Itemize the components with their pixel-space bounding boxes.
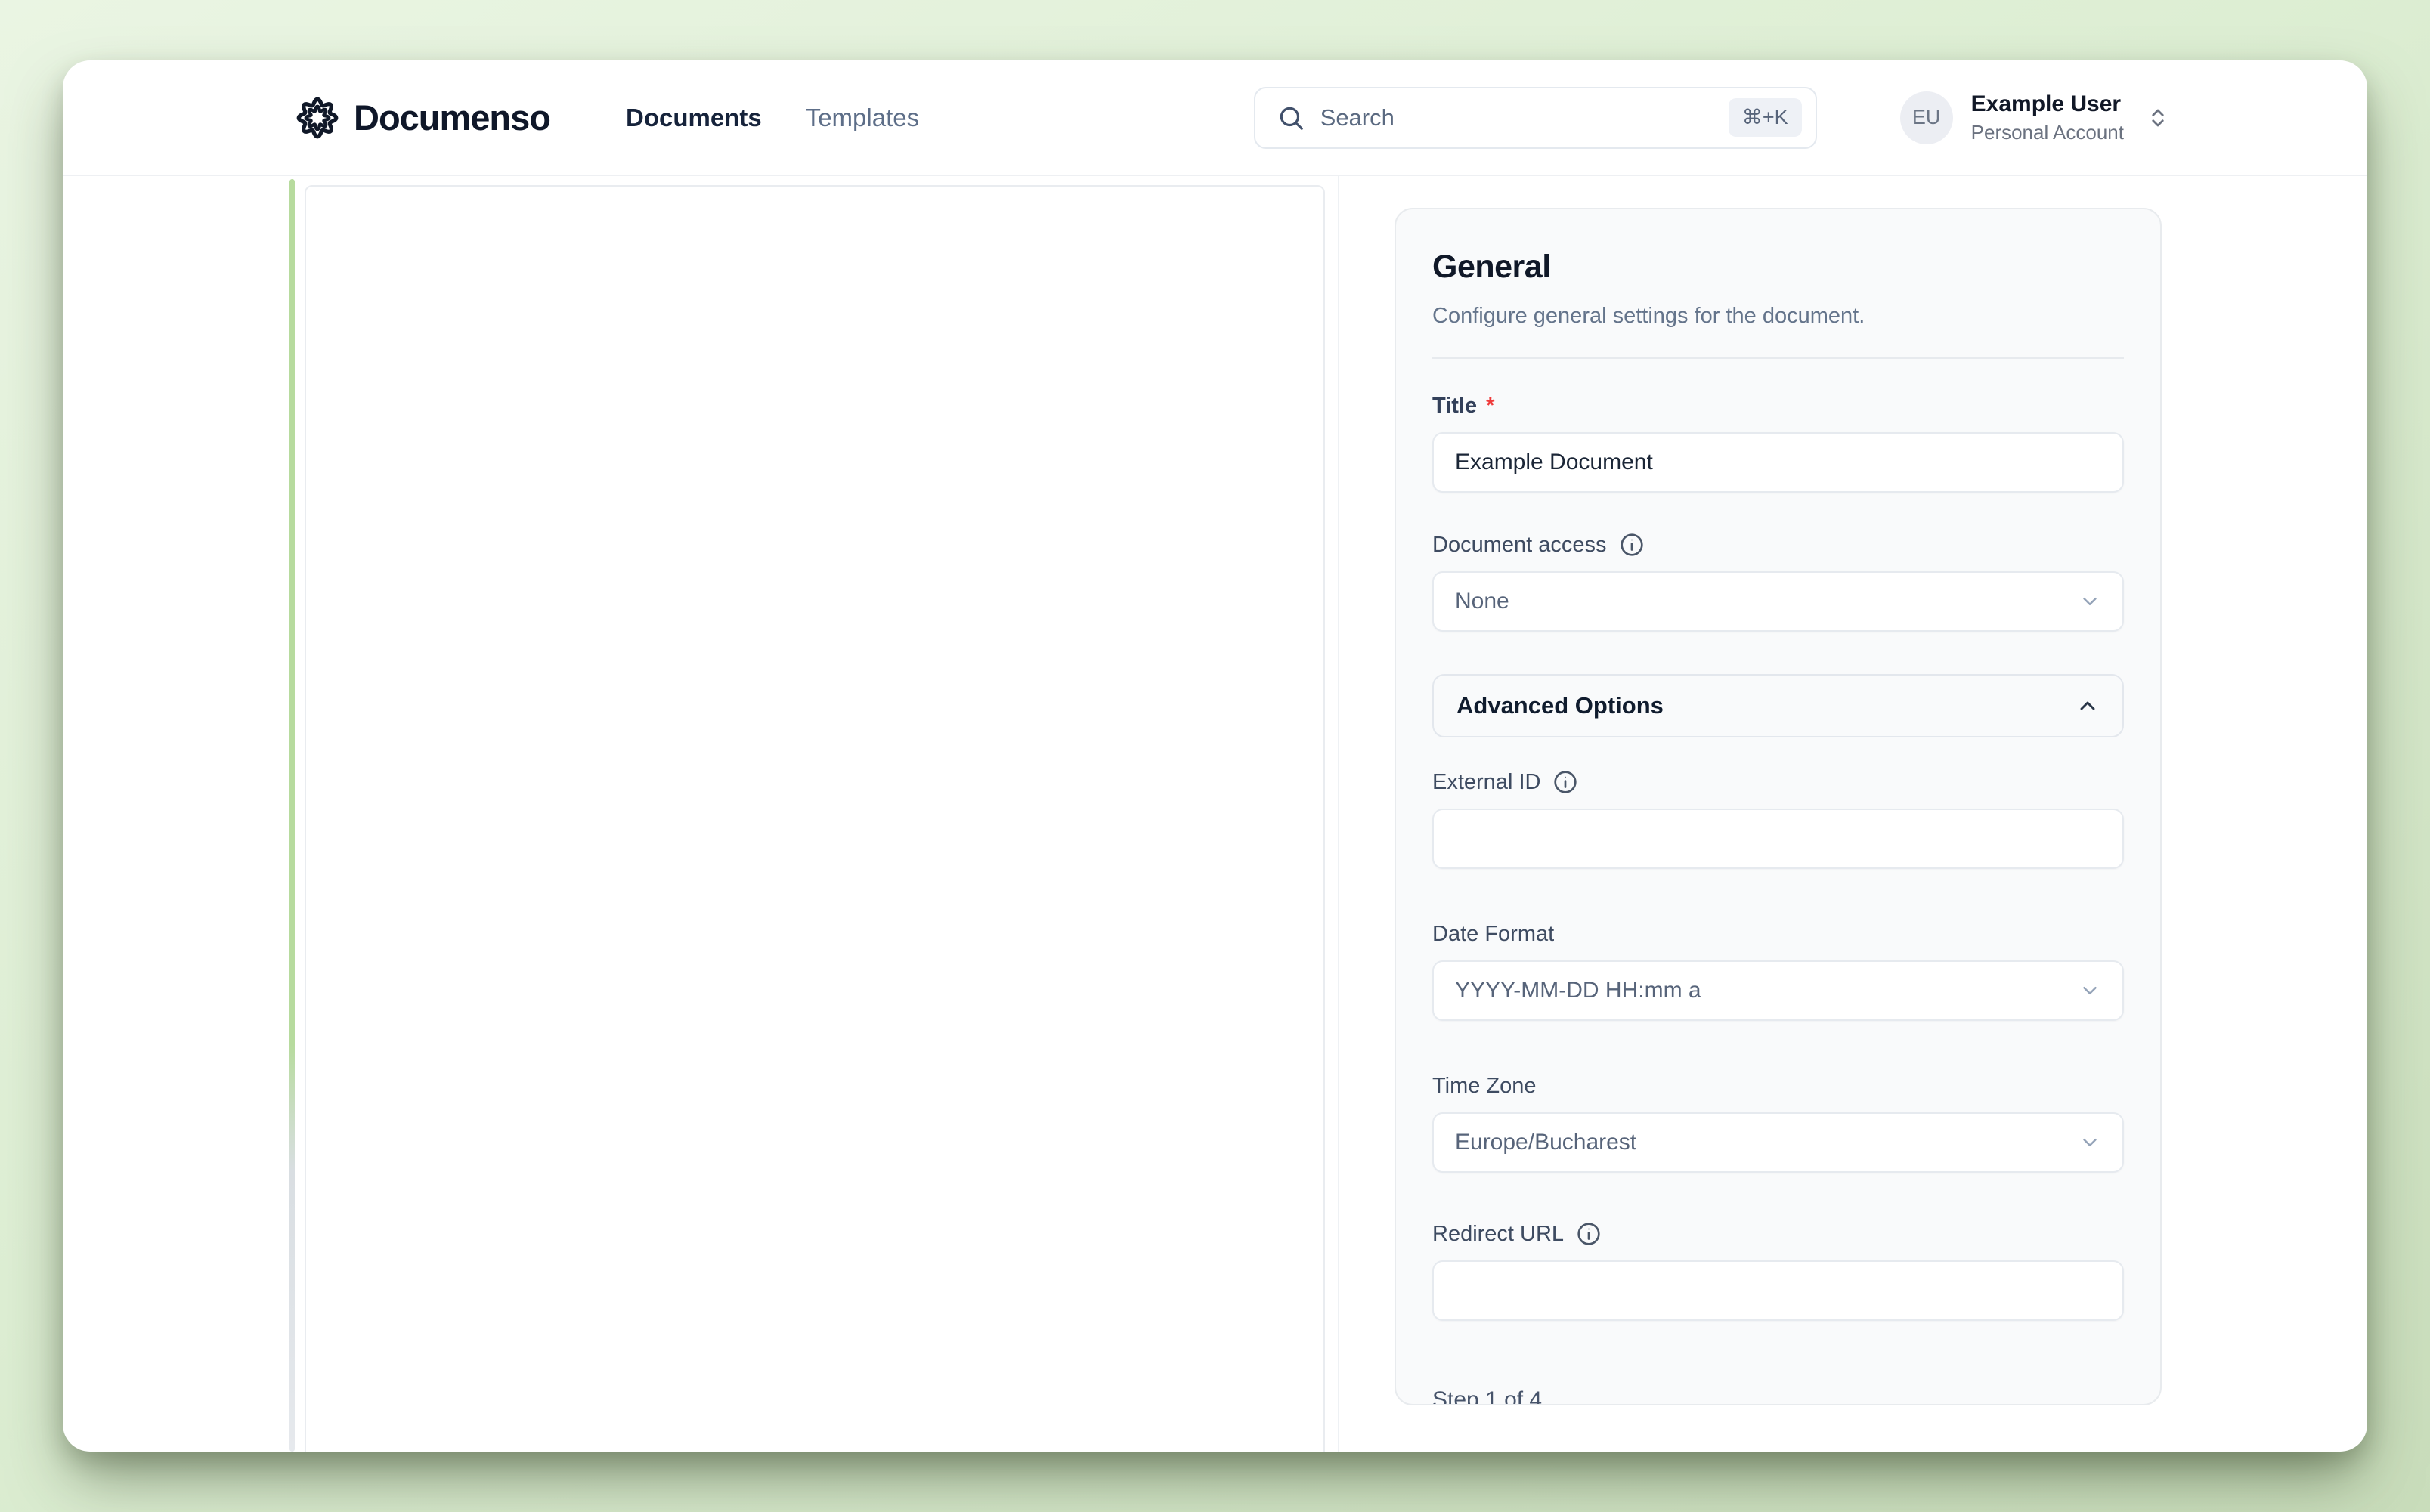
title-input[interactable] <box>1432 432 2124 493</box>
left-gutter <box>63 176 289 1452</box>
nav-documents[interactable]: Documents <box>626 104 762 132</box>
document-page <box>305 185 1325 1452</box>
search-shortcut-badge: ⌘+K <box>1729 98 1802 137</box>
search-box[interactable]: Search ⌘+K <box>1254 87 1817 149</box>
panel-title: General <box>1432 249 2124 286</box>
redirect-url-label: Redirect URL <box>1432 1221 2124 1247</box>
document-access-select[interactable]: None <box>1432 571 2124 632</box>
brand-name: Documenso <box>354 97 550 138</box>
document-viewer <box>289 176 1339 1452</box>
date-format-select[interactable]: YYYY-MM-DD HH:mm a <box>1432 960 2124 1021</box>
time-zone-label: Time Zone <box>1432 1074 2124 1099</box>
account-type: Personal Account <box>1971 121 2124 144</box>
account-name: Example User <box>1971 91 2124 118</box>
date-format-label: Date Format <box>1432 922 2124 947</box>
nav-templates[interactable]: Templates <box>806 104 919 132</box>
info-icon <box>1576 1221 1602 1247</box>
viewer-accent-rail <box>289 179 295 1452</box>
app-header: Documenso Documents Templates Search ⌘+K… <box>63 60 2367 176</box>
chevron-down-icon <box>2079 1131 2101 1154</box>
main-nav: Documents Templates <box>626 104 919 132</box>
chevron-up-down-icon <box>2147 107 2169 129</box>
chevron-down-icon <box>2079 979 2101 1002</box>
general-settings-panel: General Configure general settings for t… <box>1395 208 2162 1405</box>
external-id-label: External ID <box>1432 769 2124 795</box>
search-placeholder: Search <box>1320 104 1713 131</box>
avatar: EU <box>1900 91 1953 144</box>
document-access-label: Document access <box>1432 532 2124 558</box>
required-marker: * <box>1486 394 1494 419</box>
chevron-up-icon <box>2076 694 2100 718</box>
chevron-down-icon <box>2079 590 2101 613</box>
info-icon <box>1552 769 1578 795</box>
time-zone-select[interactable]: Europe/Bucharest <box>1432 1112 2124 1173</box>
divider <box>1432 357 2124 359</box>
redirect-url-input[interactable] <box>1432 1260 2124 1321</box>
info-icon <box>1619 532 1645 558</box>
brand-home-link[interactable]: Documenso <box>293 94 550 142</box>
panel-description: Configure general settings for the docum… <box>1432 304 2124 329</box>
external-id-input[interactable] <box>1432 809 2124 869</box>
desktop-background: Documenso Documents Templates Search ⌘+K… <box>0 0 2430 1512</box>
title-label: Title* <box>1432 394 2124 419</box>
step-indicator: Step 1 of 4 <box>1432 1387 2124 1405</box>
search-icon <box>1277 104 1305 132</box>
account-menu[interactable]: EU Example User Personal Account <box>1900 91 2169 144</box>
main-content: General Configure general settings for t… <box>63 176 2367 1452</box>
advanced-options-toggle[interactable]: Advanced Options <box>1432 674 2124 737</box>
app-window: Documenso Documents Templates Search ⌘+K… <box>63 60 2367 1452</box>
documenso-logo-icon <box>293 94 342 142</box>
